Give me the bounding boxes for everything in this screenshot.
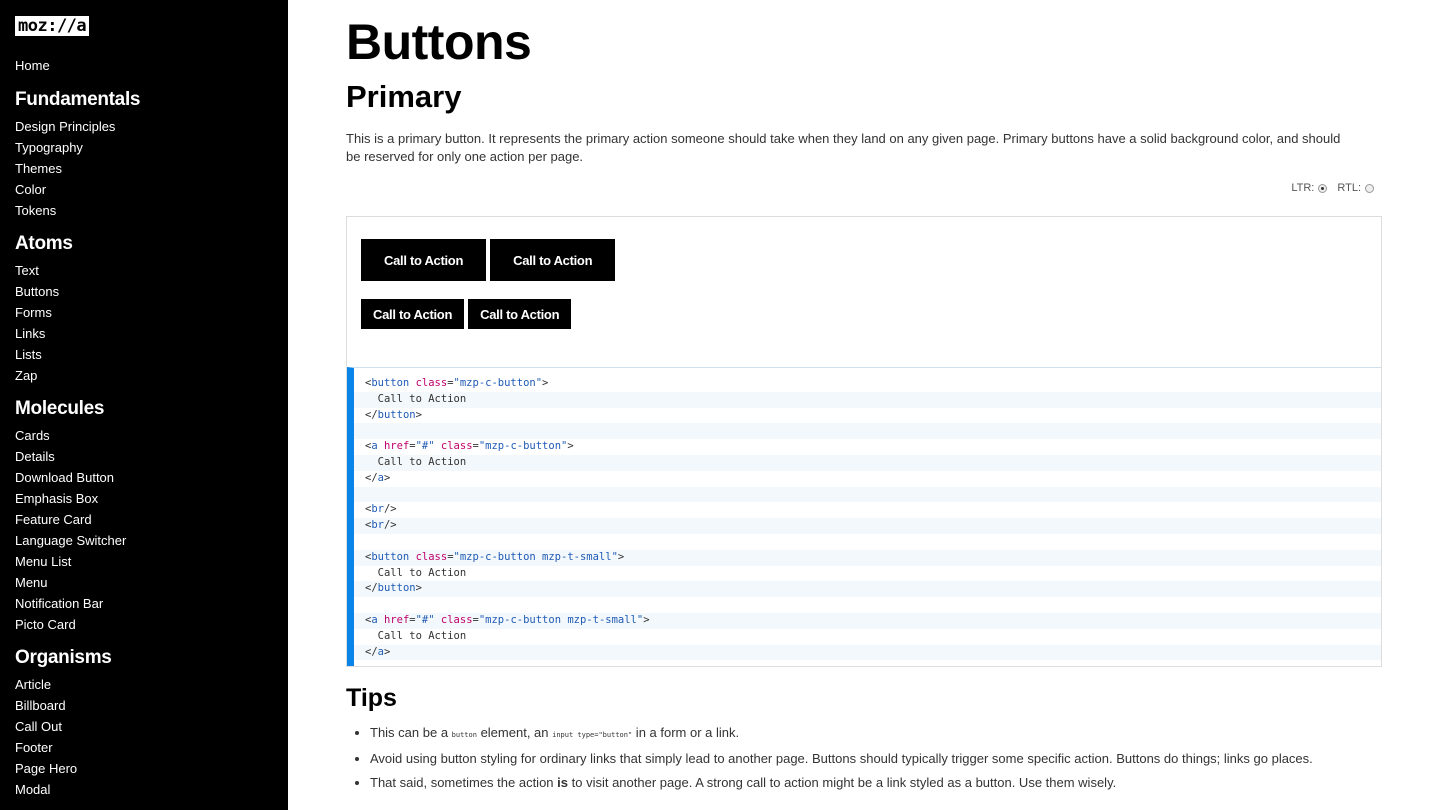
sidebar-item-menu[interactable]: Menu [15,575,48,590]
code-line: <a href="#" class="mzp-c-button"> [354,439,1381,455]
sidebar-item-links[interactable]: Links [15,326,45,341]
cta-link-button-small[interactable]: Call to Action [468,299,572,329]
sidebar-item-cards[interactable]: Cards [15,428,50,443]
sidebar-item-text[interactable]: Text [15,263,39,278]
code-line [354,486,1381,503]
code-line: </a> [354,470,1381,487]
sidebar-section-fundamentals: Fundamentals Design Principles Typograph… [15,87,273,221]
code-line: </button> [354,407,1381,424]
sidebar-item-details[interactable]: Details [15,449,55,464]
tips-title: Tips [346,684,397,713]
sidebar-item-language-switcher[interactable]: Language Switcher [15,533,126,548]
inline-code: input type="button" [552,731,633,740]
code-line: </button> [354,581,1381,598]
sidebar-item-home[interactable]: Home [15,56,273,75]
demo-preview: Call to Action Call to Action Call to Ac… [347,217,1381,367]
sidebar-item-menu-list[interactable]: Menu List [15,554,71,569]
tip-item: This can be a button element, an input t… [370,721,1382,747]
sidebar-item-download-button[interactable]: Download Button [15,470,114,485]
sidebar-item-typography[interactable]: Typography [15,140,83,155]
sidebar-item-color[interactable]: Color [15,182,46,197]
code-line [354,533,1381,550]
code-line: <button class="mzp-c-button mzp-t-small"… [354,549,1381,566]
main-content: Buttons Primary This is a primary button… [288,0,1440,810]
tips-list: This can be a button element, an input t… [346,721,1382,795]
cta-button-small[interactable]: Call to Action [361,299,465,329]
demo-box: Call to Action Call to Action Call to Ac… [346,216,1382,668]
mozilla-logo[interactable]: moz://a [15,16,90,36]
direction-toggle: LTR: RTL: [346,182,1382,194]
sidebar: moz://a Home Fundamentals Design Princip… [0,0,288,810]
ltr-label: LTR: [1291,182,1315,194]
inline-code: button [451,731,477,740]
sidebar-item-tokens[interactable]: Tokens [15,203,56,218]
sidebar-item-picto-card[interactable]: Picto Card [15,617,76,632]
button-row-large: Call to Action Call to Action [361,239,1367,281]
code-line: <button class="mzp-c-button"> [354,376,1381,392]
button-row-small: Call to Action Call to Action [361,299,1367,329]
cta-button[interactable]: Call to Action [361,239,487,281]
sidebar-item-notification-bar[interactable]: Notification Bar [15,596,103,611]
code-line: <br/> [354,502,1381,519]
sidebar-item-footer[interactable]: Footer [15,740,53,755]
tip-item: Avoid using button styling for ordinary … [370,747,1382,771]
code-line: <br/> [354,518,1381,534]
sidebar-item-call-out[interactable]: Call Out [15,719,62,734]
sidebar-section-title: Fundamentals [15,89,141,110]
sidebar-item-page-hero[interactable]: Page Hero [15,761,77,776]
sidebar-section-title: Molecules [15,398,105,419]
cta-link-button[interactable]: Call to Action [490,239,616,281]
sidebar-item-design-principles[interactable]: Design Principles [15,119,115,134]
section-description: This is a primary button. It represents … [346,131,1341,164]
rtl-label: RTL: [1337,182,1361,194]
ltr-radio[interactable] [1318,183,1328,193]
rtl-radio[interactable] [1365,183,1374,193]
page-title: Buttons [346,14,532,70]
sidebar-section-title: Atoms [15,233,73,254]
code-line: </a> [354,644,1381,661]
sidebar-section-organisms: Organisms Article Billboard Call Out Foo… [15,645,273,800]
code-line [354,423,1381,440]
sidebar-section-molecules: Molecules Cards Details Download Button … [15,396,273,635]
code-line: Call to Action [354,391,1381,408]
page: moz://a Home Fundamentals Design Princip… [0,0,1440,810]
code-line: Call to Action [354,565,1381,582]
code-line: <a href="#" class="mzp-c-button mzp-t-sm… [354,612,1381,629]
code-line [354,597,1381,613]
code-line: Call to Action [354,628,1381,645]
sidebar-item-emphasis-box[interactable]: Emphasis Box [15,491,98,506]
sidebar-item-billboard[interactable]: Billboard [15,698,66,713]
section-title-primary: Primary [346,79,462,114]
sidebar-item-article[interactable]: Article [15,677,51,692]
sidebar-item-themes[interactable]: Themes [15,161,62,176]
sidebar-item-forms[interactable]: Forms [15,305,52,320]
sidebar-item-buttons[interactable]: Buttons [15,284,59,299]
sidebar-section-atoms: Atoms Text Buttons Forms Links Lists Zap [15,231,273,386]
code-line: Call to Action [354,454,1381,471]
sidebar-item-modal[interactable]: Modal [15,782,50,797]
code-sample: <button class="mzp-c-button"> Call to Ac… [347,367,1381,667]
sidebar-item-lists[interactable]: Lists [15,347,42,362]
tip-item: That said, sometimes the action is to vi… [370,771,1382,795]
sidebar-section-title: Organisms [15,647,112,668]
sidebar-item-feature-card[interactable]: Feature Card [15,512,92,527]
sidebar-item-zap[interactable]: Zap [15,368,37,383]
